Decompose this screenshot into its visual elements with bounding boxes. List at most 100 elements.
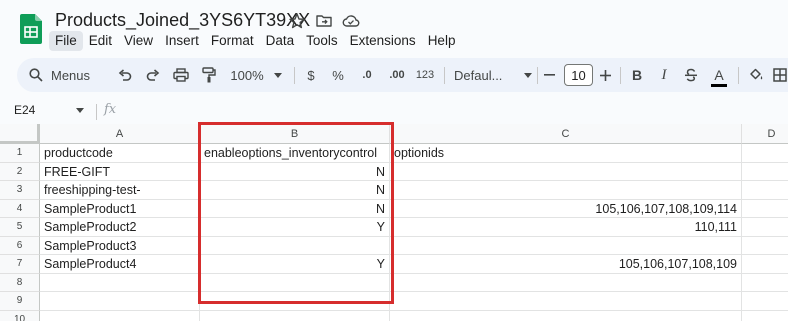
increase-font-size-button[interactable] xyxy=(597,58,613,92)
cell-a7[interactable]: SampleProduct4 xyxy=(40,255,200,274)
menu-view[interactable]: View xyxy=(118,31,159,51)
cell-a6[interactable]: SampleProduct3 xyxy=(40,236,200,255)
menu-extensions[interactable]: Extensions xyxy=(344,31,422,51)
cell-d2[interactable] xyxy=(742,163,788,181)
cell-d6[interactable] xyxy=(742,237,788,255)
paint-format-icon xyxy=(202,67,216,83)
cell-b2[interactable]: N xyxy=(200,162,390,181)
cell-a9[interactable] xyxy=(40,292,200,311)
row-header[interactable]: 7 xyxy=(0,255,40,274)
text-color-swatch xyxy=(711,83,727,87)
cell-d8[interactable] xyxy=(742,274,788,292)
cell-b4[interactable]: N xyxy=(200,199,390,218)
sheets-logo-icon[interactable] xyxy=(20,14,42,44)
move-folder-icon[interactable] xyxy=(315,12,333,30)
select-all-corner[interactable] xyxy=(0,124,40,144)
cell-c2[interactable] xyxy=(390,162,742,181)
redo-button[interactable] xyxy=(143,58,163,92)
cell-c10[interactable] xyxy=(390,310,742,321)
menu-edit[interactable]: Edit xyxy=(83,31,118,51)
column-header-d[interactable]: D xyxy=(742,124,788,144)
print-icon xyxy=(173,68,189,82)
currency-format-button[interactable]: $ xyxy=(302,58,320,92)
cell-c7[interactable]: 105,106,107,108,109 xyxy=(390,255,742,274)
star-icon[interactable] xyxy=(288,12,306,30)
cell-a4[interactable]: SampleProduct1 xyxy=(40,199,200,218)
cell-b3[interactable]: N xyxy=(200,181,390,200)
column-header-a[interactable]: A xyxy=(40,124,200,144)
cell-c8[interactable] xyxy=(390,273,742,292)
percent-format-button[interactable]: % xyxy=(329,58,347,92)
column-header-b[interactable]: B xyxy=(200,124,390,144)
chevron-down-icon[interactable] xyxy=(76,108,84,113)
cell-a10[interactable] xyxy=(40,310,200,321)
text-color-button[interactable]: A xyxy=(709,58,729,92)
borders-button[interactable] xyxy=(773,58,788,92)
paint-format-button[interactable] xyxy=(199,58,219,92)
menu-help[interactable]: Help xyxy=(422,31,462,51)
cell-c5[interactable]: 110,111 xyxy=(390,218,742,237)
cell-a2[interactable]: FREE-GIFT xyxy=(40,162,200,181)
menu-file[interactable]: File xyxy=(49,31,83,51)
fill-color-button[interactable] xyxy=(746,58,766,92)
cell-a8[interactable] xyxy=(40,273,200,292)
decrease-decimal-button[interactable]: .0 xyxy=(356,58,378,92)
font-family-select[interactable]: Defaul... xyxy=(454,58,532,92)
menu-insert[interactable]: Insert xyxy=(159,31,205,51)
column-header-c[interactable]: C xyxy=(390,124,742,144)
cell-c9[interactable] xyxy=(390,292,742,311)
row-header[interactable]: 10 xyxy=(0,310,40,321)
menu-tools[interactable]: Tools xyxy=(300,31,344,51)
search-icon xyxy=(29,68,43,82)
toolbar-divider xyxy=(738,67,739,84)
row-header[interactable]: 9 xyxy=(0,292,40,311)
document-title[interactable]: Products_Joined_3YS6YT39XX xyxy=(55,10,310,31)
italic-button[interactable]: I xyxy=(654,58,674,92)
menu-data[interactable]: Data xyxy=(260,31,301,51)
row-header[interactable]: 3 xyxy=(0,181,40,200)
font-size-input[interactable]: 10 xyxy=(564,64,593,86)
row-header[interactable]: 2 xyxy=(0,162,40,181)
name-box[interactable]: E24 xyxy=(14,103,35,117)
row-header[interactable]: 5 xyxy=(0,218,40,237)
cell-d4[interactable] xyxy=(742,200,788,218)
cell-a3[interactable]: freeshipping-test- xyxy=(40,181,200,200)
cell-d3[interactable] xyxy=(742,181,788,200)
row-header[interactable]: 6 xyxy=(0,236,40,255)
bold-button[interactable]: B xyxy=(627,58,647,92)
menu-format[interactable]: Format xyxy=(205,31,260,51)
print-button[interactable] xyxy=(171,58,191,92)
zoom-value: 100% xyxy=(230,67,264,83)
strikethrough-button[interactable] xyxy=(681,58,701,92)
cell-c6[interactable] xyxy=(390,236,742,255)
more-formats-button[interactable]: 123 xyxy=(414,58,436,92)
cell-c1[interactable]: optionids xyxy=(390,144,742,163)
cell-b5[interactable]: Y xyxy=(200,218,390,237)
decrease-font-size-button[interactable] xyxy=(541,58,557,92)
undo-button[interactable] xyxy=(115,58,135,92)
cell-d1[interactable] xyxy=(742,144,788,163)
cell-c4[interactable]: 105,106,107,108,109,114 xyxy=(390,199,742,218)
cell-d9[interactable] xyxy=(742,292,788,311)
cell-d10[interactable] xyxy=(742,311,788,321)
cloud-status-icon[interactable] xyxy=(342,12,360,30)
cell-c3[interactable] xyxy=(390,181,742,200)
zoom-select[interactable]: 100% xyxy=(229,58,283,92)
search-menus-button[interactable]: Menus xyxy=(29,58,107,92)
row-header[interactable]: 8 xyxy=(0,273,40,292)
cell-b8[interactable] xyxy=(200,273,390,292)
cell-b10[interactable] xyxy=(200,310,390,321)
cell-d5[interactable] xyxy=(742,218,788,237)
paint-bucket-icon xyxy=(750,68,763,80)
cell-b7[interactable]: Y xyxy=(200,255,390,274)
cell-d7[interactable] xyxy=(742,255,788,274)
cell-a1[interactable]: productcode xyxy=(40,144,200,163)
menu-bar: File Edit View Insert Format Data Tools … xyxy=(49,31,461,51)
cell-a5[interactable]: SampleProduct2 xyxy=(40,218,200,237)
increase-decimal-button[interactable]: .00 xyxy=(385,58,409,92)
row-header[interactable]: 1 xyxy=(0,144,40,163)
cell-b6[interactable] xyxy=(200,236,390,255)
cell-b9[interactable] xyxy=(200,292,390,311)
row-header[interactable]: 4 xyxy=(0,199,40,218)
cell-b1[interactable]: enableoptions_inventorycontrol xyxy=(200,144,390,163)
